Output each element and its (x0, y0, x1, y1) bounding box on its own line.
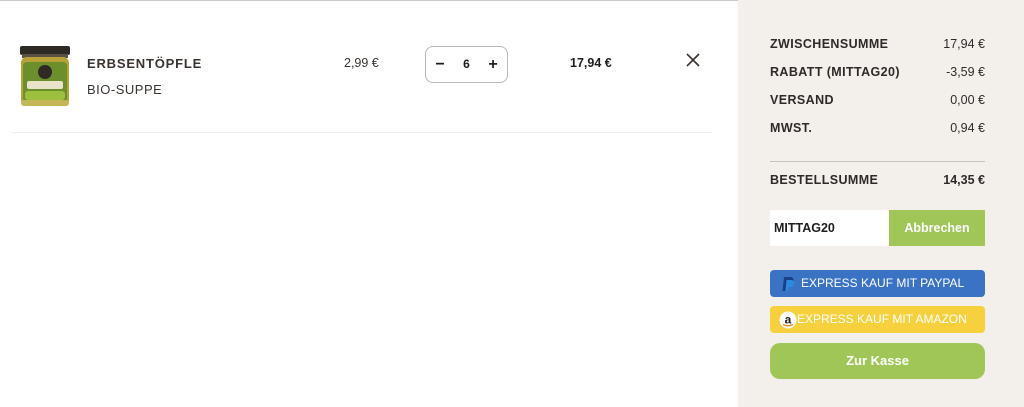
quantity-increase-button[interactable]: + (481, 47, 505, 82)
shipping-value: 0,00 € (950, 93, 985, 107)
quantity-value[interactable]: 6 (450, 47, 483, 82)
close-icon[interactable] (683, 50, 703, 70)
coupon-code-input[interactable] (770, 210, 889, 246)
quantity-decrease-button[interactable]: − (428, 47, 452, 82)
amazon-icon: a (779, 311, 797, 329)
soup-jar-image (20, 46, 70, 106)
order-total-label: BESTELLSUMME (770, 173, 879, 187)
discount-value: -3,59 € (946, 65, 985, 79)
subtotal-row: ZWISCHENSUMME 17,94 € (770, 37, 985, 55)
cart-item-row: ERBSENTÖPFLE BIO-SUPPE 2,99 € − 6 + 17,9… (12, 0, 712, 133)
discount-label: RABATT (MITTAG20) (770, 65, 900, 79)
tax-value: 0,94 € (950, 121, 985, 135)
tax-row: MWST. 0,94 € (770, 121, 985, 139)
svg-text:a: a (785, 313, 792, 327)
order-summary: ZWISCHENSUMME 17,94 € RABATT (MITTAG20) … (738, 0, 1024, 407)
shipping-label: VERSAND (770, 93, 834, 107)
subtotal-value: 17,94 € (943, 37, 985, 51)
product-subtitle: BIO-SUPPE (87, 82, 163, 97)
product-name[interactable]: ERBSENTÖPFLE (87, 56, 202, 71)
coupon-cancel-button[interactable]: Abbrechen (889, 210, 985, 246)
paypal-express-button[interactable]: EXPRESS KAUF MIT PAYPAL (770, 270, 985, 297)
coupon-form: Abbrechen (770, 210, 985, 246)
discount-row: RABATT (MITTAG20) -3,59 € (770, 65, 985, 83)
paypal-label: EXPRESS KAUF MIT PAYPAL (801, 276, 965, 290)
quantity-stepper: − 6 + (425, 46, 508, 83)
line-total: 17,94 € (570, 56, 612, 70)
order-total-value: 14,35 € (943, 173, 985, 187)
paypal-icon (782, 277, 795, 291)
shipping-row: VERSAND 0,00 € (770, 93, 985, 111)
subtotal-label: ZWISCHENSUMME (770, 37, 889, 51)
tax-label: MWST. (770, 121, 813, 135)
cart-items: ERBSENTÖPFLE BIO-SUPPE 2,99 € − 6 + 17,9… (0, 0, 738, 407)
amazon-express-button[interactable]: a EXPRESS KAUF MIT AMAZON (770, 306, 985, 333)
unit-price: 2,99 € (344, 56, 379, 70)
order-total-row: BESTELLSUMME 14,35 € (770, 173, 985, 191)
summary-divider (770, 161, 985, 162)
checkout-button[interactable]: Zur Kasse (770, 343, 985, 379)
amazon-label: EXPRESS KAUF MIT AMAZON (797, 312, 967, 326)
